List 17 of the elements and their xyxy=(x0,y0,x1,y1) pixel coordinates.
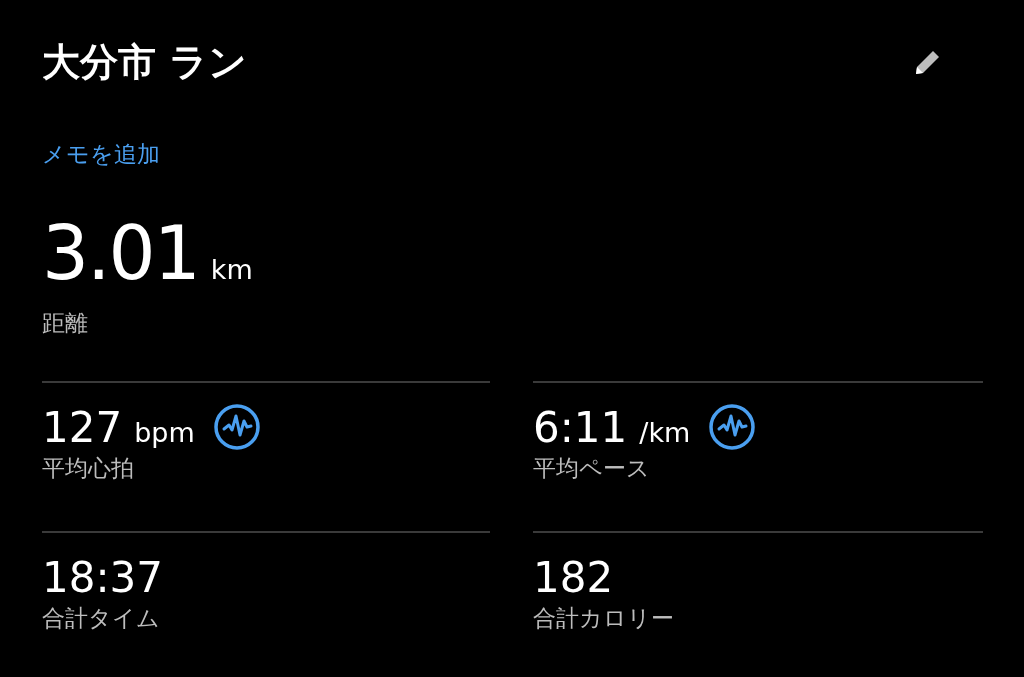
distance-unit: km xyxy=(210,254,253,285)
stat-label: 平均心拍 xyxy=(42,454,134,483)
stat-label: 平均ペース xyxy=(533,454,650,483)
stat-value: 6:11 xyxy=(533,402,628,452)
distance-label: 距離 xyxy=(42,309,88,338)
distance-value: 3.01 xyxy=(42,210,199,296)
stat-value: 182 xyxy=(533,552,614,602)
stat-unit: bpm xyxy=(134,416,195,448)
heart-rate-chart-icon[interactable] xyxy=(708,403,757,451)
activity-title: 大分市 ラン xyxy=(42,38,248,86)
stat-label: 合計カロリー xyxy=(533,604,674,633)
stat-unit: /km xyxy=(639,416,691,448)
stat-value: 127 xyxy=(42,402,123,452)
heart-rate-chart-icon[interactable] xyxy=(212,403,261,451)
stat-value: 18:37 xyxy=(42,552,164,602)
stat-label: 合計タイム xyxy=(42,604,160,633)
add-memo-link[interactable]: メモを追加 xyxy=(42,139,160,170)
